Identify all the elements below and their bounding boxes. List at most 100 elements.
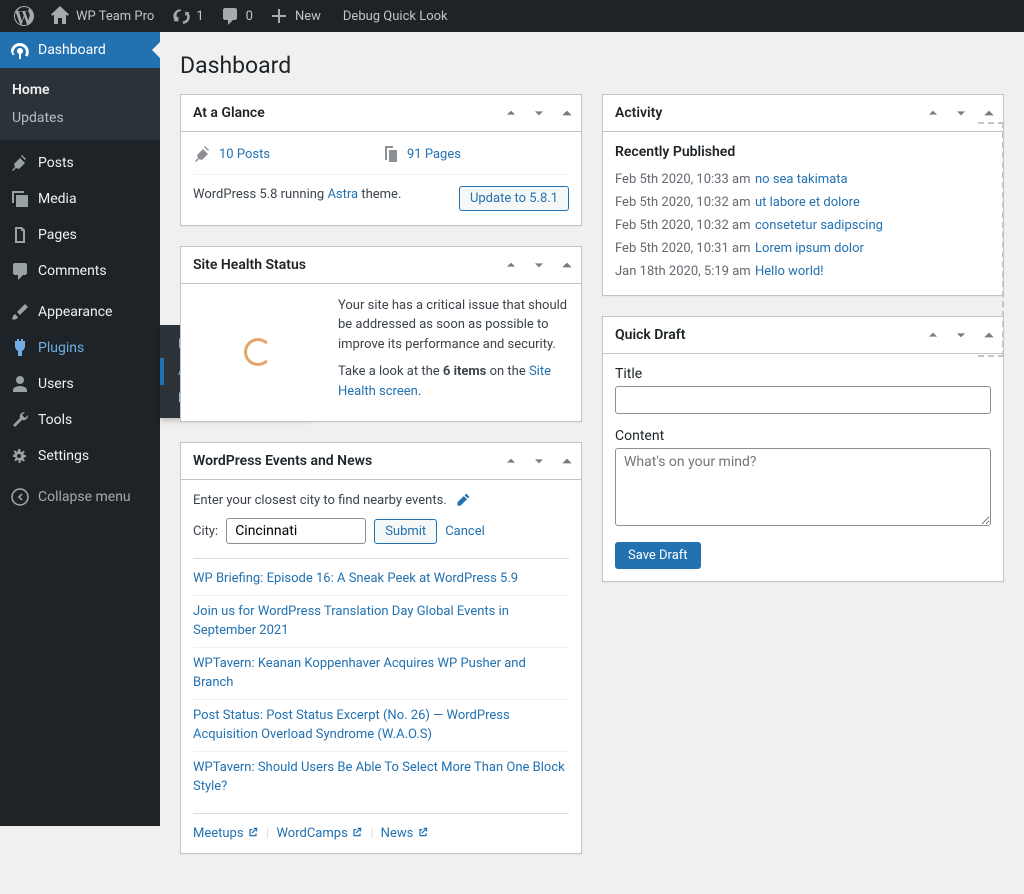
media-icon bbox=[10, 189, 30, 209]
activity-date: Feb 5th 2020, 10:33 am bbox=[615, 172, 755, 187]
pencil-icon[interactable] bbox=[455, 492, 471, 508]
caret-up-icon bbox=[559, 453, 575, 469]
updates-indicator[interactable]: 1 bbox=[162, 0, 211, 32]
caret-up-icon bbox=[559, 105, 575, 121]
draft-title-input[interactable] bbox=[615, 386, 991, 414]
pages-icon bbox=[381, 144, 401, 164]
home-icon bbox=[50, 6, 70, 26]
activity-post-link[interactable]: Lorem ipsum dolor bbox=[755, 241, 864, 256]
news-link[interactable]: WPTavern: Should Users Be Able To Select… bbox=[193, 760, 565, 795]
menu-appearance[interactable]: Appearance bbox=[0, 294, 160, 330]
wordcamps-link[interactable]: WordCamps bbox=[276, 826, 363, 841]
move-up-button[interactable] bbox=[497, 95, 525, 131]
menu-plugins[interactable]: Plugins bbox=[0, 330, 160, 366]
comment-icon bbox=[220, 6, 240, 26]
news-item: Join us for WordPress Translation Day Gl… bbox=[193, 595, 569, 647]
plugin-icon bbox=[10, 338, 30, 358]
news-link[interactable]: Join us for WordPress Translation Day Gl… bbox=[193, 604, 509, 639]
submit-button[interactable]: Submit bbox=[374, 519, 437, 544]
glance-pages[interactable]: 91 Pages bbox=[381, 144, 569, 164]
move-down-button[interactable] bbox=[947, 95, 975, 131]
move-down-button[interactable] bbox=[525, 247, 553, 283]
chevron-up-icon bbox=[503, 257, 519, 273]
move-up-button[interactable] bbox=[497, 443, 525, 479]
wordpress-icon bbox=[14, 6, 34, 26]
news-link[interactable]: News bbox=[381, 826, 429, 841]
menu-settings[interactable]: Settings bbox=[0, 438, 160, 474]
draft-title-label: Title bbox=[615, 366, 991, 382]
menu-comments[interactable]: Comments bbox=[0, 253, 160, 289]
quick-draft-widget: Quick Draft Title Content Save Draft bbox=[602, 316, 1004, 582]
news-link[interactable]: WPTavern: Keanan Koppenhaver Acquires WP… bbox=[193, 656, 526, 691]
menu-dashboard[interactable]: Dashboard bbox=[0, 32, 160, 68]
pages-icon bbox=[10, 225, 30, 245]
city-input[interactable] bbox=[226, 518, 366, 544]
admin-bar: WP Team Pro 1 0 New Debug Quick Look bbox=[0, 0, 1024, 32]
health-items-text: Take a look at the 6 items on the Site H… bbox=[338, 362, 569, 401]
toggle-button[interactable] bbox=[553, 247, 581, 283]
news-link[interactable]: Post Status: Post Status Excerpt (No. 26… bbox=[193, 708, 510, 743]
submenu-home[interactable]: Home bbox=[0, 76, 160, 104]
site-health-widget: Site Health Status Your site has a criti… bbox=[180, 246, 582, 423]
move-down-button[interactable] bbox=[525, 95, 553, 131]
move-down-button[interactable] bbox=[947, 317, 975, 353]
new-content[interactable]: New bbox=[261, 0, 329, 32]
debug-quick-look[interactable]: Debug Quick Look bbox=[329, 0, 456, 32]
caret-up-icon bbox=[981, 105, 997, 121]
collapse-icon bbox=[10, 487, 30, 507]
chevron-up-icon bbox=[503, 105, 519, 121]
move-up-button[interactable] bbox=[919, 317, 947, 353]
activity-date: Jan 18th 2020, 5:19 am bbox=[615, 264, 755, 279]
move-up-button[interactable] bbox=[919, 95, 947, 131]
activity-post-link[interactable]: consetetur sadipscing bbox=[755, 218, 883, 233]
pin-icon bbox=[10, 153, 30, 173]
wp-logo[interactable] bbox=[6, 0, 42, 32]
cancel-link[interactable]: Cancel bbox=[445, 524, 485, 539]
activity-post-link[interactable]: no sea takimata bbox=[755, 172, 848, 187]
dashboard-submenu: Home Updates bbox=[0, 68, 160, 140]
events-title: WordPress Events and News bbox=[181, 443, 497, 479]
main-content: Dashboard At a Glance bbox=[160, 32, 1024, 894]
activity-date: Feb 5th 2020, 10:32 am bbox=[615, 218, 755, 233]
at-a-glance-widget: At a Glance 10 Posts bbox=[180, 94, 582, 226]
activity-row: Feb 5th 2020, 10:32 amut labore et dolor… bbox=[615, 191, 991, 214]
menu-tools[interactable]: Tools bbox=[0, 402, 160, 438]
brush-icon bbox=[10, 302, 30, 322]
site-name[interactable]: WP Team Pro bbox=[42, 0, 162, 32]
move-down-button[interactable] bbox=[525, 443, 553, 479]
menu-pages[interactable]: Pages bbox=[0, 217, 160, 253]
page-title: Dashboard bbox=[180, 32, 1004, 94]
news-item: WPTavern: Should Users Be Able To Select… bbox=[193, 751, 569, 803]
submenu-updates[interactable]: Updates bbox=[0, 104, 160, 132]
news-link[interactable]: WP Briefing: Episode 16: A Sneak Peek at… bbox=[193, 571, 518, 586]
save-draft-button[interactable]: Save Draft bbox=[615, 542, 701, 569]
activity-post-link[interactable]: Hello world! bbox=[755, 264, 824, 279]
site-name-label: WP Team Pro bbox=[76, 9, 154, 24]
move-up-button[interactable] bbox=[497, 247, 525, 283]
chevron-down-icon bbox=[531, 105, 547, 121]
activity-row: Feb 5th 2020, 10:32 amconsetetur sadipsc… bbox=[615, 214, 991, 237]
external-icon bbox=[247, 826, 259, 838]
admin-sidebar: Dashboard Home Updates Posts Media Pages… bbox=[0, 32, 160, 826]
toggle-button[interactable] bbox=[553, 95, 581, 131]
update-button[interactable]: Update to 5.8.1 bbox=[459, 186, 569, 211]
glance-posts[interactable]: 10 Posts bbox=[193, 144, 381, 164]
meetups-link[interactable]: Meetups bbox=[193, 826, 259, 841]
news-item: WPTavern: Keanan Koppenhaver Acquires WP… bbox=[193, 647, 569, 699]
menu-posts[interactable]: Posts bbox=[0, 145, 160, 181]
draft-content-label: Content bbox=[615, 428, 991, 444]
activity-date: Feb 5th 2020, 10:31 am bbox=[615, 241, 755, 256]
dashboard-icon bbox=[10, 40, 30, 60]
events-news-widget: WordPress Events and News Enter your clo… bbox=[180, 442, 582, 854]
toggle-button[interactable] bbox=[553, 443, 581, 479]
quick-draft-title: Quick Draft bbox=[603, 317, 919, 353]
comments-indicator[interactable]: 0 bbox=[212, 0, 261, 32]
pin-icon bbox=[193, 144, 213, 164]
menu-media[interactable]: Media bbox=[0, 181, 160, 217]
draft-content-textarea[interactable] bbox=[615, 448, 991, 526]
theme-link[interactable]: Astra bbox=[327, 187, 358, 202]
menu-users[interactable]: Users bbox=[0, 366, 160, 402]
activity-post-link[interactable]: ut labore et dolore bbox=[755, 195, 860, 210]
external-icon bbox=[417, 826, 429, 838]
collapse-menu[interactable]: Collapse menu bbox=[0, 479, 160, 515]
